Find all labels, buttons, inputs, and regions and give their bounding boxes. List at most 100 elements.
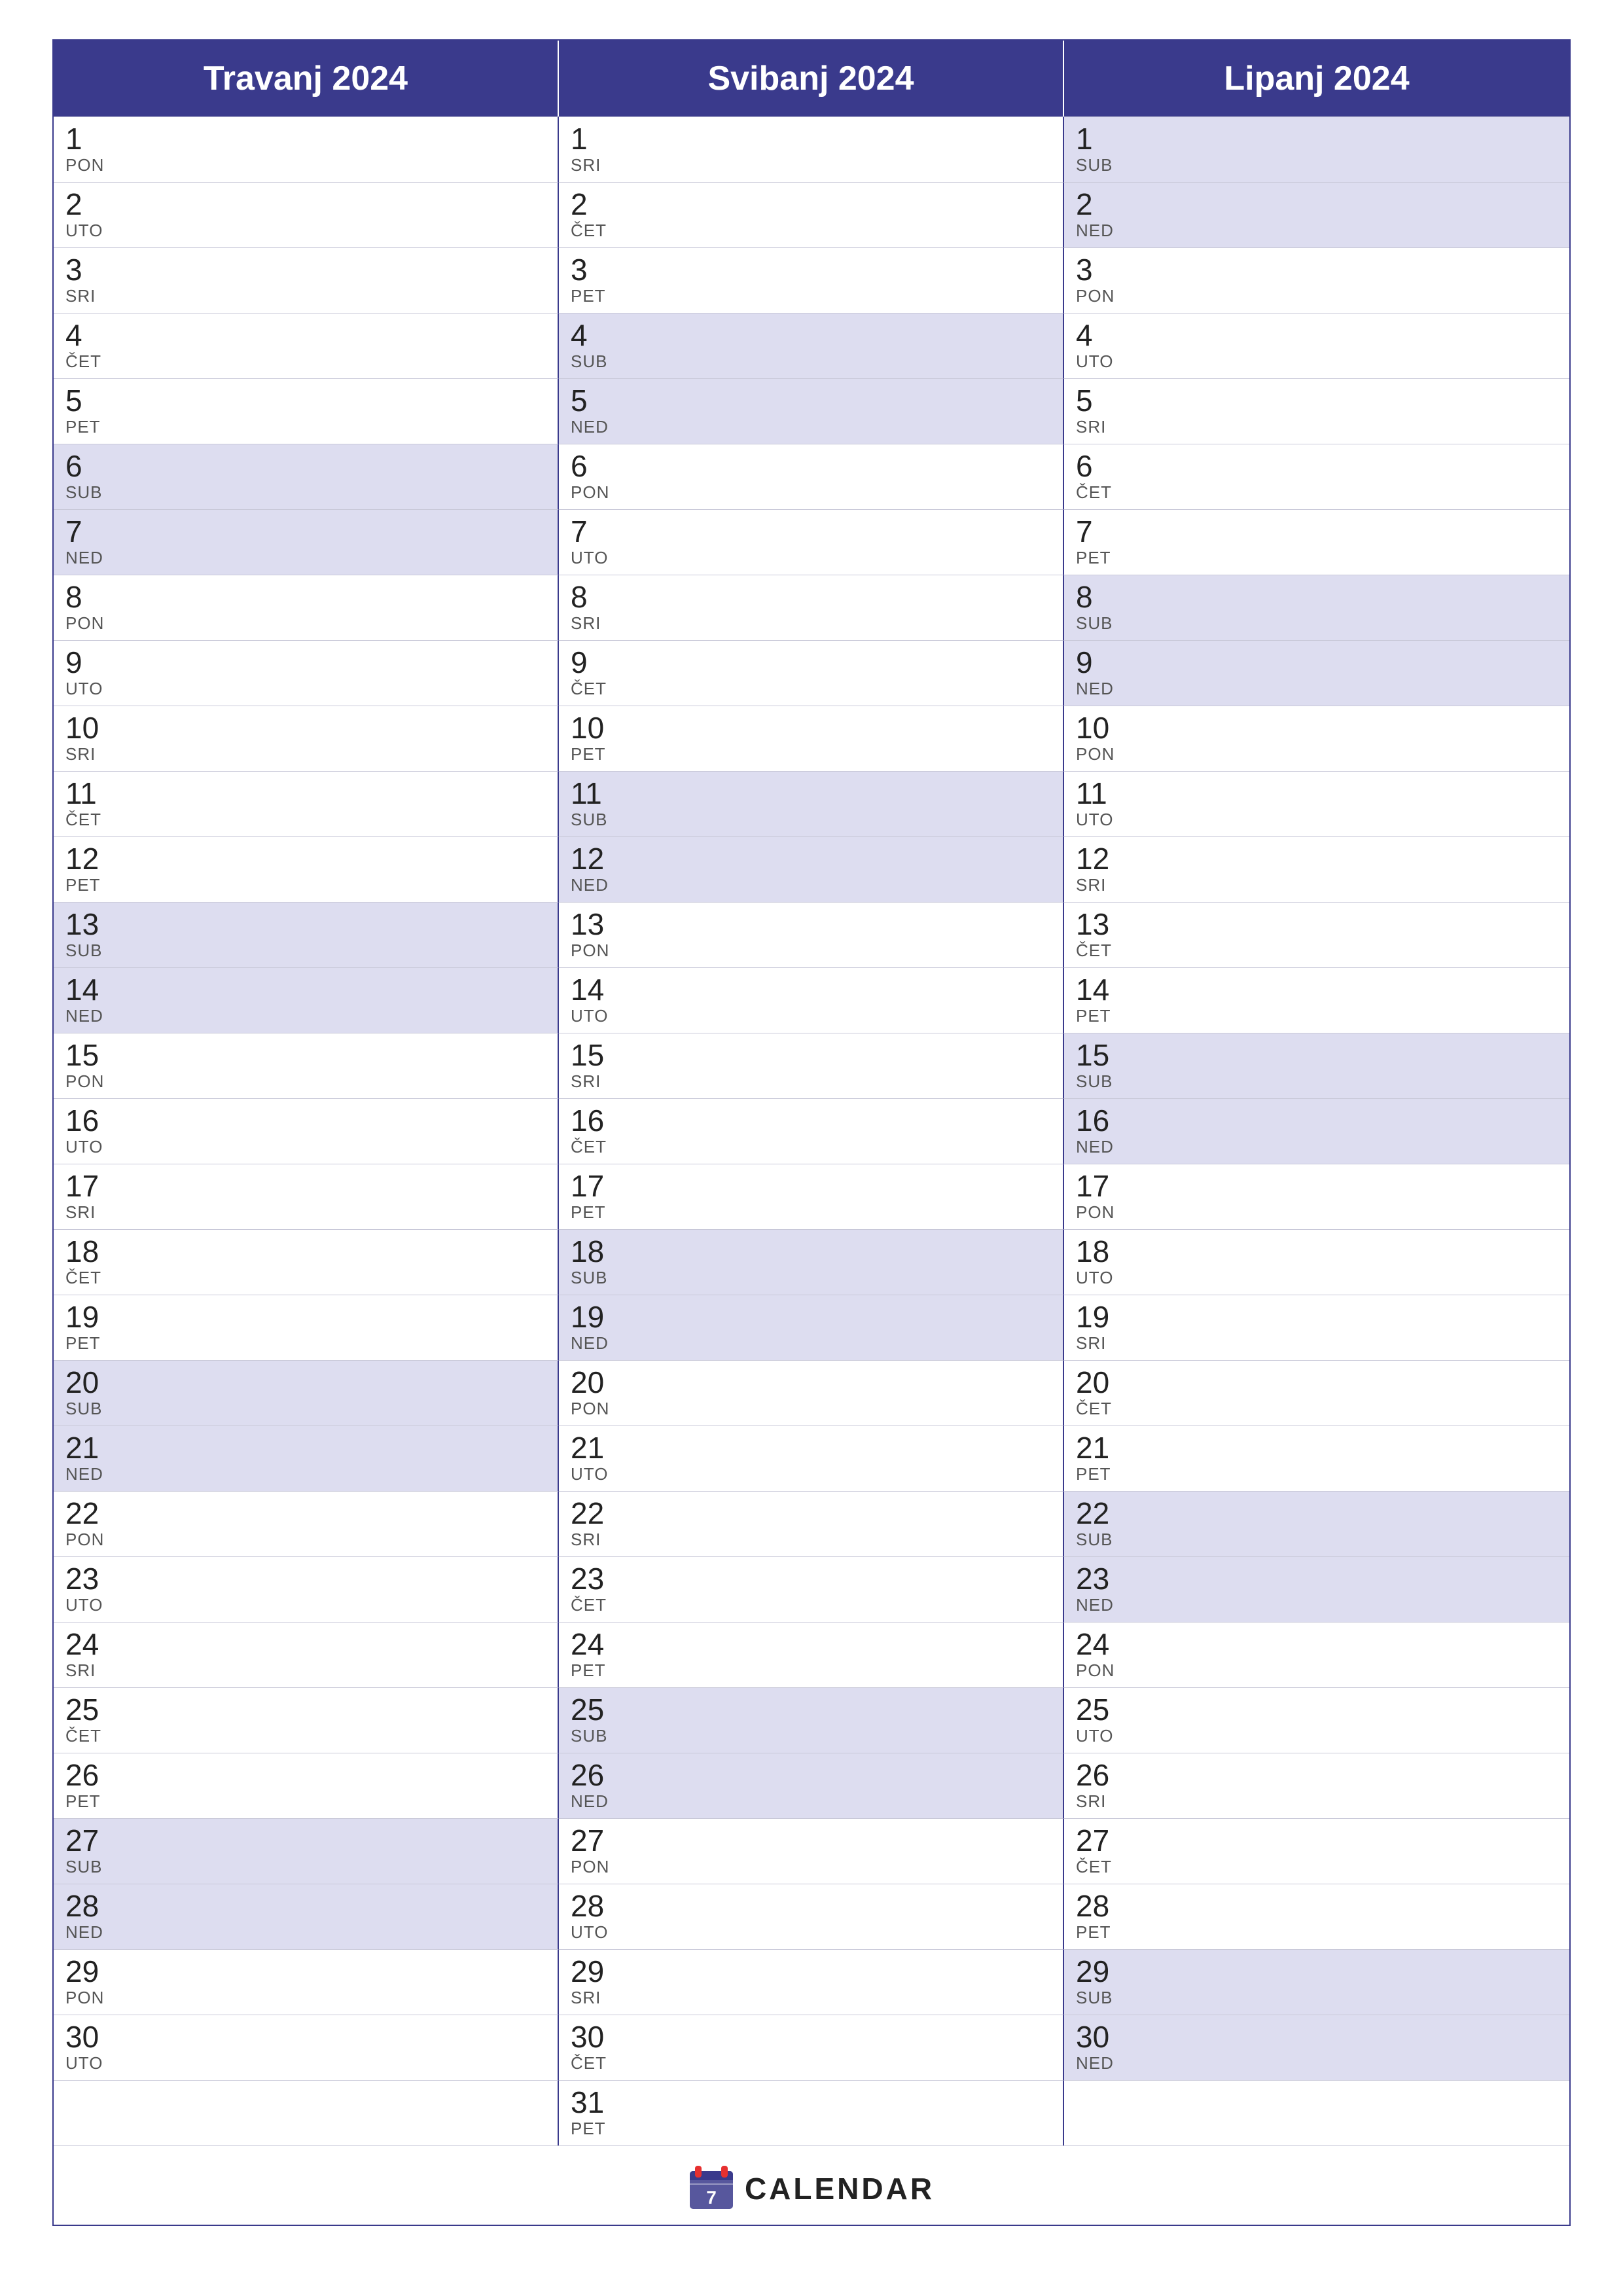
day-name: PET [1076, 1006, 1558, 1026]
day-number: 11 [65, 778, 546, 808]
day-name: NED [571, 1333, 1051, 1354]
day-number: 11 [571, 778, 1051, 808]
day-name: PET [571, 1202, 1051, 1223]
day-cell: 11ČET [54, 771, 559, 836]
day-cell: 19NED [559, 1295, 1064, 1360]
day-number: 6 [571, 451, 1051, 481]
day-cell: 23UTO [54, 1556, 559, 1622]
day-number: 7 [65, 516, 546, 547]
day-name: SRI [65, 744, 546, 764]
day-name: NED [1076, 1595, 1558, 1615]
day-cell: 16UTO [54, 1098, 559, 1164]
day-name: ČET [571, 221, 1051, 241]
day-cell: 6PON [559, 444, 1064, 509]
day-name: PON [65, 613, 546, 634]
day-name: SRI [65, 1660, 546, 1681]
day-number: 12 [1076, 844, 1558, 874]
footer-logo: 7 CALENDAR [688, 2166, 935, 2212]
day-cell: 20SUB [54, 1360, 559, 1426]
day-cell: 12NED [559, 836, 1064, 902]
day-number: 4 [571, 320, 1051, 350]
day-cell: 5SRI [1064, 378, 1569, 444]
day-number: 17 [1076, 1171, 1558, 1201]
day-cell: 25SUB [559, 1687, 1064, 1753]
day-name: NED [65, 1922, 546, 1943]
header-row: Travanj 2024 Svibanj 2024 Lipanj 2024 [54, 41, 1569, 117]
day-cell: 15SRI [559, 1033, 1064, 1098]
day-cell: 11SUB [559, 771, 1064, 836]
day-cell: 24PON [1064, 1622, 1569, 1687]
day-cell: 13SUB [54, 902, 559, 967]
day-number: 9 [65, 647, 546, 677]
day-number: 8 [1076, 582, 1558, 612]
day-number: 20 [65, 1367, 546, 1397]
day-cell: 28UTO [559, 1884, 1064, 1949]
day-name: PET [571, 1660, 1051, 1681]
day-number: 21 [65, 1433, 546, 1463]
day-cell: 17PON [1064, 1164, 1569, 1229]
day-number: 22 [65, 1498, 546, 1528]
days-grid: 1PON1SRI1SUB2UTO2ČET2NED3SRI3PET3PON4ČET… [54, 117, 1569, 2145]
day-cell: 26NED [559, 1753, 1064, 1818]
day-number: 22 [571, 1498, 1051, 1528]
day-number: 5 [1076, 386, 1558, 416]
day-cell: 25UTO [1064, 1687, 1569, 1753]
day-cell: 16NED [1064, 1098, 1569, 1164]
day-number: 8 [571, 582, 1051, 612]
day-number: 6 [1076, 451, 1558, 481]
day-cell: 24PET [559, 1622, 1064, 1687]
day-number: 29 [1076, 1956, 1558, 1986]
day-name: SUB [1076, 613, 1558, 634]
day-cell: 27PON [559, 1818, 1064, 1884]
day-cell: 11UTO [1064, 771, 1569, 836]
day-number: 24 [1076, 1629, 1558, 1659]
day-number: 14 [1076, 975, 1558, 1005]
day-cell: 6ČET [1064, 444, 1569, 509]
day-number: 23 [65, 1564, 546, 1594]
day-name: SUB [571, 351, 1051, 372]
day-name: PET [571, 2119, 1051, 2139]
day-number: 26 [1076, 1760, 1558, 1790]
day-name: UTO [571, 1922, 1051, 1943]
day-number: 16 [1076, 1105, 1558, 1136]
day-name: PON [571, 1399, 1051, 1419]
day-name: PON [65, 1071, 546, 1092]
day-name: ČET [1076, 941, 1558, 961]
day-cell: 9UTO [54, 640, 559, 706]
day-number: 3 [65, 255, 546, 285]
day-name: UTO [1076, 1726, 1558, 1746]
day-number: 13 [1076, 909, 1558, 939]
day-cell: 5NED [559, 378, 1064, 444]
day-name: ČET [65, 1268, 546, 1288]
day-name: PON [1076, 744, 1558, 764]
day-name: UTO [65, 1595, 546, 1615]
day-name: SRI [571, 1988, 1051, 2008]
day-cell: 20ČET [1064, 1360, 1569, 1426]
day-name: PON [65, 1530, 546, 1550]
day-number: 14 [65, 975, 546, 1005]
day-number: 2 [65, 189, 546, 219]
day-name: ČET [1076, 482, 1558, 503]
day-cell: 8PON [54, 575, 559, 640]
day-number: 1 [571, 124, 1051, 154]
footer-calendar-text: CALENDAR [745, 2171, 935, 2206]
day-name: PET [1076, 1464, 1558, 1484]
day-name: UTO [571, 1006, 1051, 1026]
day-number: 1 [65, 124, 546, 154]
day-name: NED [1076, 679, 1558, 699]
day-number: 10 [65, 713, 546, 743]
day-number: 9 [571, 647, 1051, 677]
day-cell: 13ČET [1064, 902, 1569, 967]
day-number: 21 [571, 1433, 1051, 1463]
day-number: 15 [571, 1040, 1051, 1070]
day-number: 6 [65, 451, 546, 481]
day-name: UTO [1076, 810, 1558, 830]
day-number: 9 [1076, 647, 1558, 677]
day-number: 4 [1076, 320, 1558, 350]
day-cell: 27ČET [1064, 1818, 1569, 1884]
day-name: PON [1076, 1202, 1558, 1223]
day-name: SRI [571, 613, 1051, 634]
day-number: 29 [65, 1956, 546, 1986]
day-name: PON [571, 941, 1051, 961]
day-cell: 2UTO [54, 182, 559, 247]
